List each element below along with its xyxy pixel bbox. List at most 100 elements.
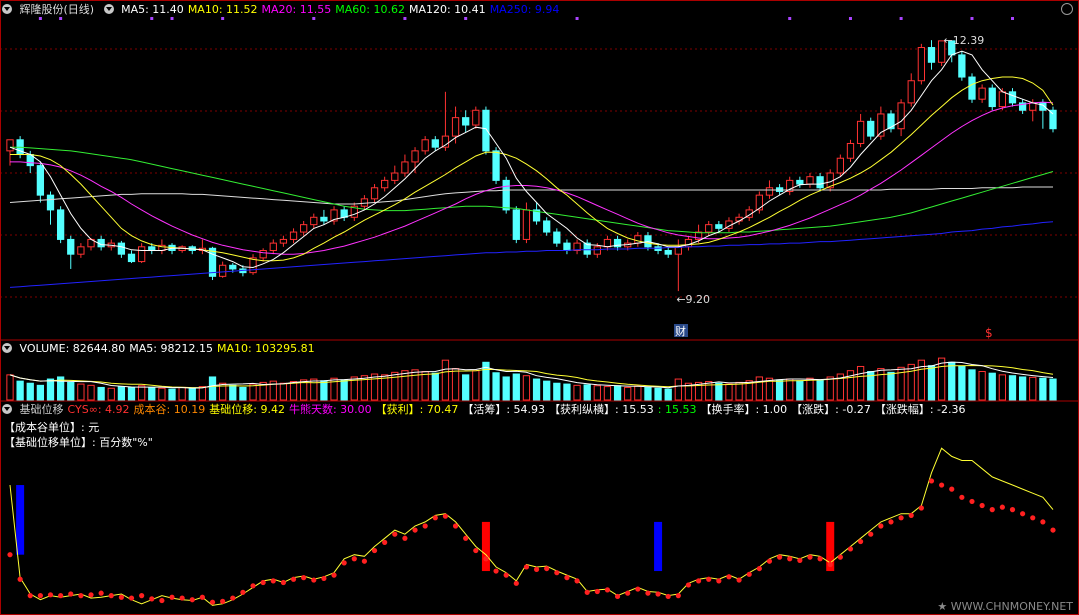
volume-bar	[948, 361, 956, 401]
cai-label: 财	[675, 324, 686, 338]
cost-dot	[827, 561, 833, 568]
candle-body	[715, 224, 723, 229]
volume-bar	[138, 385, 146, 401]
volume-bar	[229, 384, 237, 401]
cost-dot	[1009, 507, 1016, 513]
volume-bar	[289, 381, 298, 401]
candle-body	[796, 179, 804, 185]
candle-body	[553, 231, 561, 244]
candle-body	[77, 246, 85, 255]
cost-dot	[189, 597, 195, 603]
cost-dot	[260, 579, 266, 586]
cost-dot	[88, 592, 94, 598]
candle-body	[229, 264, 237, 270]
candle-body	[148, 246, 156, 252]
candle-body	[138, 246, 146, 263]
candle-body	[482, 109, 490, 152]
volume-bar	[786, 378, 794, 401]
cost-dot	[969, 498, 975, 505]
cost-dot	[108, 593, 114, 599]
event-marker	[170, 17, 174, 20]
candle-body	[998, 91, 1007, 108]
cost-dot	[78, 593, 84, 599]
cost-dot	[554, 570, 560, 576]
candle-body	[117, 242, 126, 255]
cost-dot	[614, 593, 621, 600]
cost-dot	[149, 596, 155, 602]
event-marker	[575, 17, 579, 20]
candle-body	[765, 187, 774, 196]
cost-dot	[766, 558, 773, 564]
volume-bar	[1008, 375, 1017, 401]
volume-bar	[826, 376, 834, 401]
candle-body	[1029, 102, 1037, 111]
volume-bar	[6, 374, 14, 401]
volume-bar	[148, 386, 156, 401]
volume-bar	[16, 380, 24, 401]
cost-dot	[392, 531, 398, 537]
cost-dot	[837, 554, 843, 560]
volume-bar	[320, 380, 328, 401]
candle-body	[421, 139, 429, 152]
cost-dot	[432, 515, 438, 521]
event-marker	[312, 17, 316, 20]
volume-bar	[806, 377, 814, 401]
ma20-line	[10, 101, 1054, 255]
cost-dot	[311, 577, 317, 583]
volume-bar	[472, 370, 480, 401]
cost-dot	[361, 558, 368, 564]
candle-body	[320, 216, 328, 222]
candle-body	[522, 209, 531, 240]
candle-body	[370, 187, 379, 200]
event-marker	[38, 17, 42, 20]
candle-body	[603, 238, 612, 248]
cost-dot	[817, 556, 823, 562]
ma250-line	[9, 221, 1054, 288]
volume-bar	[593, 385, 601, 401]
watermark: ★ WWW.CHNMONEY.NET	[937, 600, 1073, 613]
volume-bar	[887, 371, 895, 401]
cost-dot	[37, 593, 43, 599]
event-marker	[464, 17, 468, 20]
cost-dot	[139, 593, 145, 599]
candle-body	[472, 109, 480, 126]
volume-bar	[634, 385, 642, 401]
candle-body	[867, 120, 875, 137]
cost-dot	[604, 587, 611, 593]
candle-body	[917, 47, 925, 82]
candle-body	[806, 176, 814, 185]
volume-bar	[978, 371, 986, 401]
signal-bar	[654, 521, 663, 572]
cost-dot	[797, 557, 803, 564]
cost-dot	[878, 523, 884, 529]
volume-bar	[117, 386, 126, 401]
candle-body	[127, 253, 136, 263]
volume-ma5-line	[9, 361, 1054, 389]
cost-dot	[1020, 511, 1026, 517]
volume-bar	[46, 378, 55, 401]
cost-dot	[594, 588, 600, 595]
volume-bar	[755, 376, 763, 401]
candle-body	[664, 250, 672, 255]
volume-bar	[998, 374, 1007, 401]
candle-body	[816, 176, 824, 189]
cost-dot	[544, 565, 550, 572]
volume-bar	[431, 372, 439, 401]
cost-dot	[382, 539, 388, 545]
cost-dot	[695, 578, 702, 584]
candle-body	[289, 231, 298, 240]
candle-body	[269, 242, 277, 252]
candle-body	[259, 250, 267, 259]
candle-body	[381, 179, 389, 189]
volume-bar	[988, 372, 996, 401]
chart-canvas[interactable]: ←12.39 ←9.20 财 $	[0, 0, 1079, 615]
volume-bar	[198, 386, 207, 401]
candle-body	[846, 142, 855, 159]
cost-dot	[979, 502, 985, 509]
cost-dot	[422, 523, 428, 529]
event-marker	[221, 17, 225, 20]
candle-body	[46, 194, 55, 211]
candle-body	[593, 246, 601, 255]
candle-body	[856, 120, 865, 144]
cost-dot	[483, 556, 489, 562]
